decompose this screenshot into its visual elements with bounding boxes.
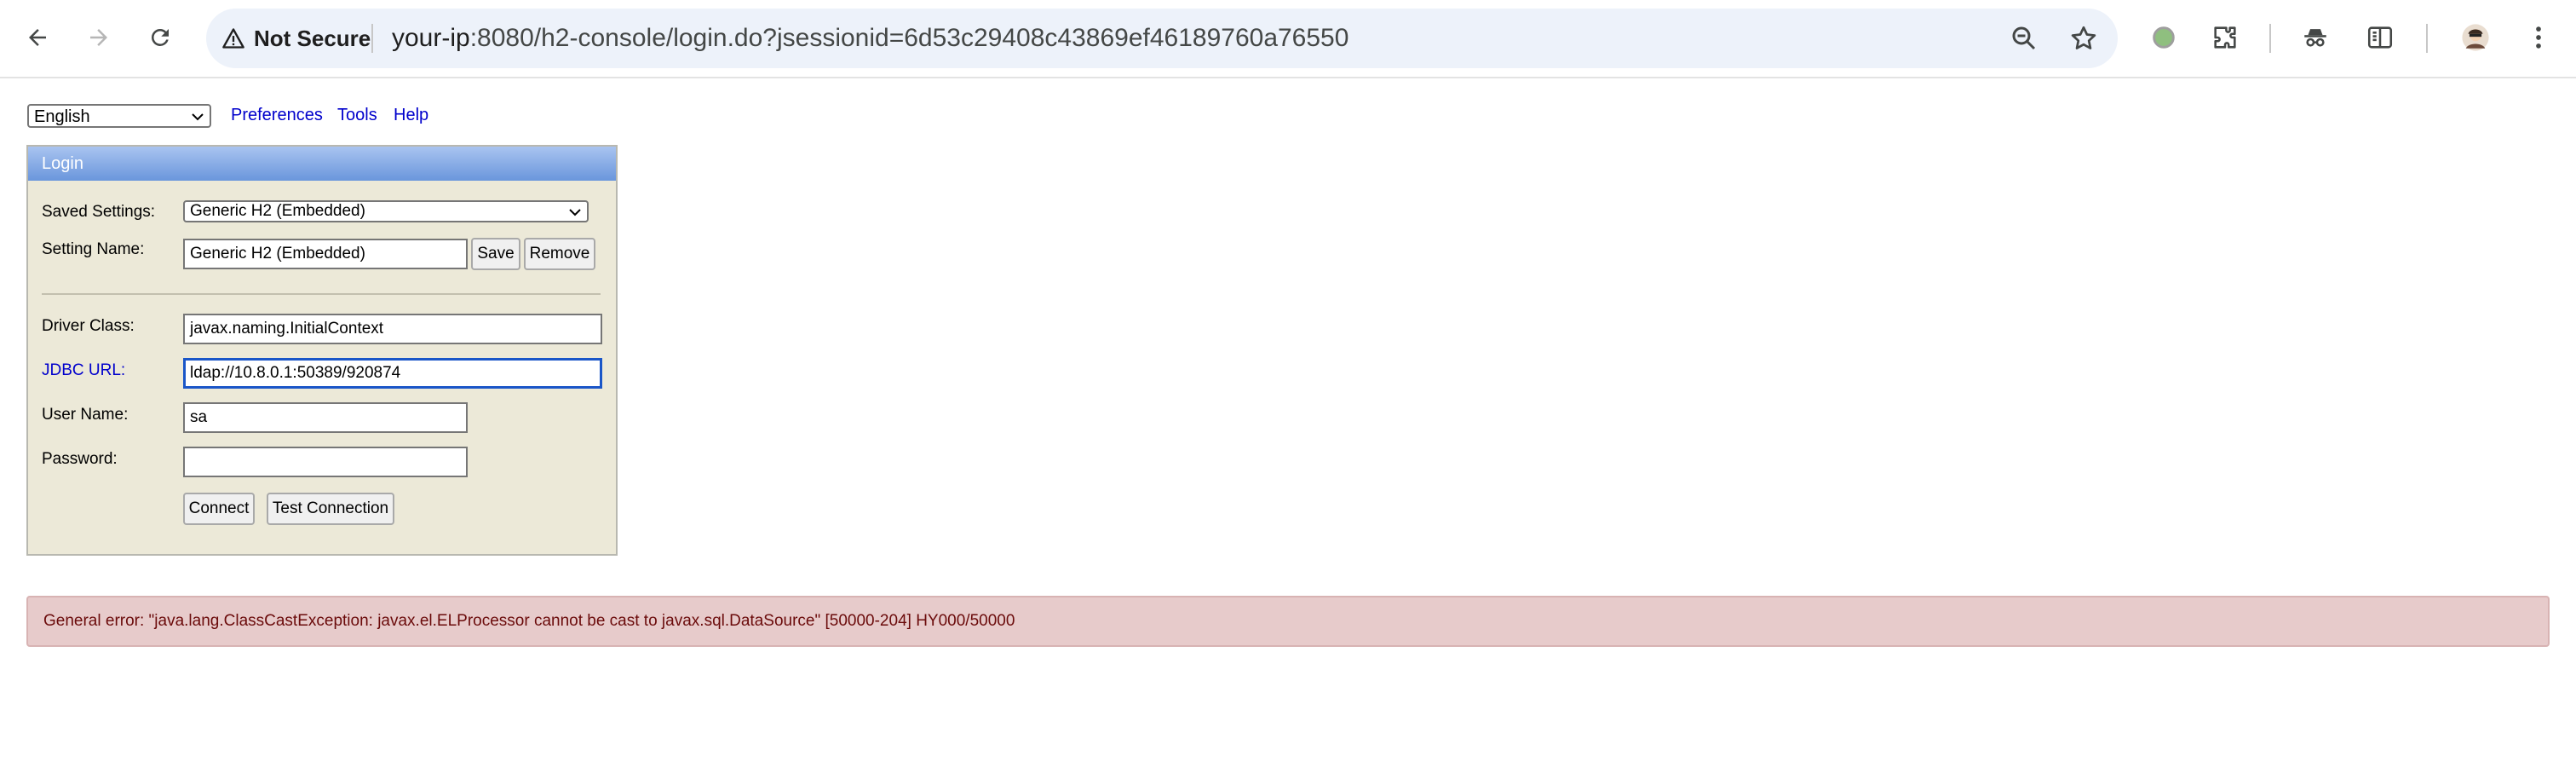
browser-toolbar: Not Secure your-ip:8080/h2-console/login…	[0, 0, 2576, 78]
help-link[interactable]: Help	[394, 106, 428, 125]
toolbar-divider	[2269, 24, 2271, 53]
warning-icon	[222, 28, 244, 49]
saved-settings-select[interactable]: Generic H2 (Embedded)	[183, 200, 589, 222]
remove-button[interactable]: Remove	[524, 238, 595, 270]
url-path: :8080/h2-console/login.do?jsessionid=6d5…	[469, 24, 1349, 52]
arrow-right-icon	[90, 29, 107, 46]
form-divider	[42, 293, 601, 295]
bookmark-star-icon[interactable]	[2068, 23, 2099, 54]
test-connection-button[interactable]: Test Connection	[267, 493, 394, 525]
security-indicator[interactable]: Not Secure	[221, 9, 371, 68]
password-input[interactable]	[183, 447, 468, 477]
toolbar-divider	[2426, 24, 2428, 53]
language-value: English	[34, 107, 90, 126]
reading-list-icon[interactable]	[2361, 19, 2399, 56]
save-button[interactable]: Save	[471, 238, 520, 270]
user-name-label: User Name:	[42, 406, 129, 424]
address-bar[interactable]: Not Secure your-ip:8080/h2-console/login…	[206, 9, 2118, 68]
password-label: Password:	[42, 450, 118, 468]
preferences-link[interactable]: Preferences	[231, 106, 323, 125]
url-text[interactable]: your-ip:8080/h2-console/login.do?jsessio…	[392, 9, 1348, 68]
login-panel: Login Saved Settings: Generic H2 (Embedd…	[26, 145, 618, 556]
login-header: Login	[28, 147, 616, 181]
more-menu-icon[interactable]	[2520, 19, 2557, 56]
zoom-icon[interactable]	[2009, 23, 2039, 54]
tools-link[interactable]: Tools	[337, 106, 377, 125]
forward-button[interactable]	[78, 17, 119, 58]
jdbc-url-input[interactable]: ldap://10.8.0.1:50389/920874	[183, 358, 602, 389]
security-label: Not Secure	[254, 25, 371, 51]
language-select[interactable]: English	[27, 104, 211, 128]
reload-icon	[152, 29, 169, 46]
setting-name-input[interactable]: Generic H2 (Embedded)	[183, 239, 468, 269]
chevron-down-icon	[569, 209, 581, 216]
error-message: General error: "java.lang.ClassCastExcep…	[26, 596, 2550, 647]
url-host: your-ip	[392, 24, 470, 52]
setting-name-label: Setting Name:	[42, 240, 145, 258]
reload-button[interactable]	[140, 17, 181, 58]
connect-button[interactable]: Connect	[183, 493, 255, 525]
user-name-input[interactable]: sa	[183, 402, 468, 433]
divider	[371, 24, 373, 53]
driver-class-input[interactable]: javax.naming.InitialContext	[183, 314, 602, 344]
saved-settings-label: Saved Settings:	[42, 203, 156, 221]
profile-avatar-icon[interactable]	[2457, 19, 2494, 56]
incognito-icon[interactable]	[2297, 19, 2334, 56]
arrow-left-icon	[29, 29, 46, 46]
chevron-down-icon	[192, 113, 204, 121]
extensions-puzzle-icon[interactable]	[2206, 19, 2244, 56]
back-button[interactable]	[17, 17, 58, 58]
jdbc-url-label: JDBC URL:	[42, 361, 126, 379]
extension-status-icon[interactable]	[2145, 19, 2182, 56]
driver-class-label: Driver Class:	[42, 317, 135, 335]
saved-settings-value: Generic H2 (Embedded)	[190, 202, 365, 220]
